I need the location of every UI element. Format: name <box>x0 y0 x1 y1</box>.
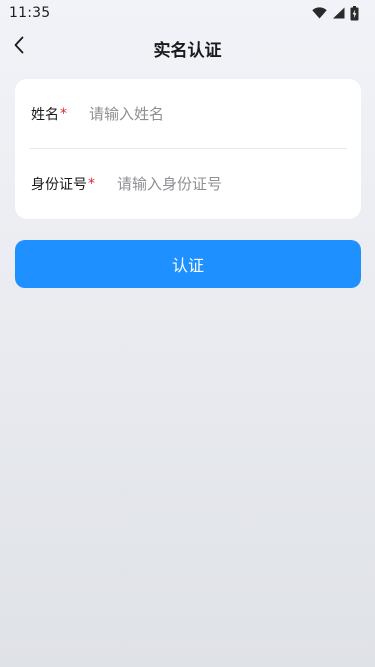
name-row: 姓名 * <box>31 79 347 149</box>
form-card: 姓名 * 身份证号 * <box>15 79 361 219</box>
name-required-mark: * <box>60 106 67 122</box>
id-number-label: 身份证号 <box>31 177 87 193</box>
name-input[interactable] <box>89 105 347 123</box>
status-bar: 11:35 <box>0 0 375 26</box>
signal-icon <box>332 7 345 19</box>
wifi-icon <box>312 7 327 19</box>
battery-charging-icon <box>350 5 359 21</box>
name-label: 姓名 <box>31 107 59 123</box>
page-title: 实名认证 <box>153 41 222 61</box>
id-number-required-mark: * <box>88 176 95 192</box>
id-number-row: 身份证号 * <box>31 149 347 219</box>
id-number-input[interactable] <box>117 175 347 193</box>
verify-button[interactable]: 认证 <box>15 240 361 288</box>
status-time: 11:35 <box>9 5 51 21</box>
status-icons <box>312 5 359 21</box>
nav-bar: 实名认证 <box>0 26 375 70</box>
